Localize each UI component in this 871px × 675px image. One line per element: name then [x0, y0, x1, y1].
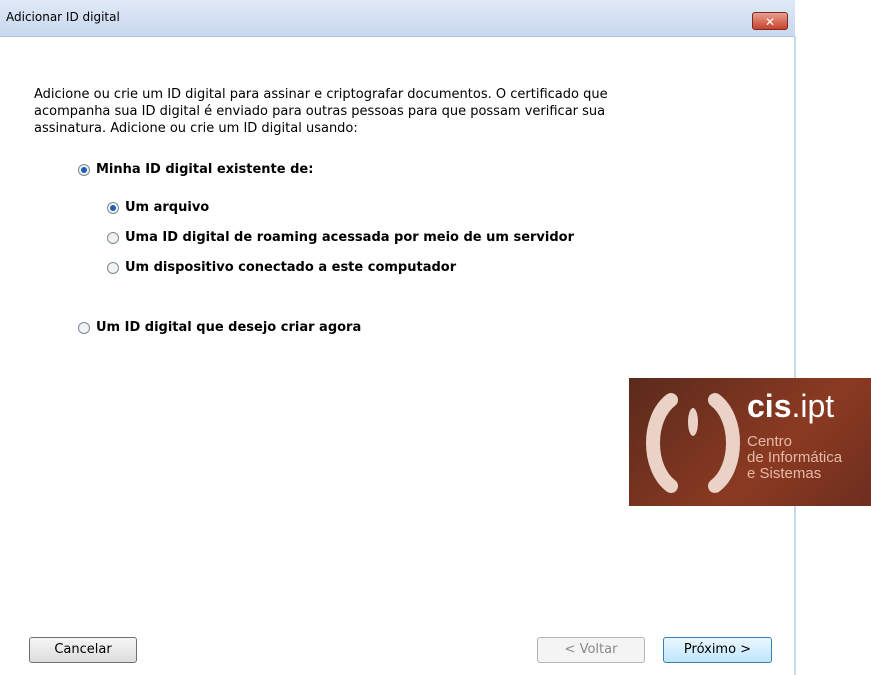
radio-existing-id-label: Minha ID digital existente de:: [96, 162, 314, 177]
radio-device[interactable]: Um dispositivo conectado a este computad…: [107, 260, 456, 275]
logo-brand-rest: .ipt: [791, 388, 835, 424]
radio-create-id[interactable]: Um ID digital que desejo criar agora: [78, 320, 361, 335]
logo-brand: cis.ipt: [747, 388, 834, 425]
logo-line-2: de Informática: [747, 449, 843, 466]
radio-button-icon[interactable]: [107, 231, 119, 244]
close-button[interactable]: ✕: [752, 12, 788, 30]
radio-file-label: Um arquivo: [125, 200, 210, 215]
logo-brand-bold: cis: [747, 388, 792, 424]
radio-device-label: Um dispositivo conectado a este computad…: [125, 260, 457, 275]
add-digital-id-dialog: Adicionar ID digital ✕ Adicione ou crie …: [0, 0, 796, 675]
logo-line-1: Centro: [747, 433, 793, 450]
radio-create-id-label: Um ID digital que desejo criar agora: [96, 320, 362, 335]
radio-button-icon[interactable]: [107, 261, 119, 274]
radio-roaming[interactable]: Uma ID digital de roaming acessada por m…: [107, 230, 574, 245]
radio-button-icon[interactable]: [78, 163, 90, 176]
cis-ipt-logo: cis.ipt Centro de Informática e Sistemas: [629, 378, 871, 506]
title-bar: Adicionar ID digital ✕: [0, 0, 795, 37]
logo-emblem-icon: [646, 393, 740, 493]
radio-roaming-label: Uma ID digital de roaming acessada por m…: [125, 230, 575, 245]
close-icon: ✕: [764, 15, 776, 29]
logo-line-3: e Sistemas: [747, 465, 822, 482]
radio-button-icon[interactable]: [78, 321, 90, 334]
radio-file[interactable]: Um arquivo: [107, 200, 209, 215]
dialog-title: Adicionar ID digital: [6, 10, 120, 24]
cancel-button[interactable]: Cancelar: [29, 637, 137, 663]
intro-text: Adicione ou crie um ID digital para assi…: [34, 87, 608, 136]
window-border: [794, 36, 796, 675]
logo-subtitle: Centro de Informática e Sistemas: [747, 434, 842, 482]
next-button[interactable]: Próximo >: [663, 637, 772, 663]
back-button[interactable]: < Voltar: [537, 637, 645, 663]
radio-existing-id[interactable]: Minha ID digital existente de:: [78, 162, 313, 177]
radio-button-icon[interactable]: [107, 201, 119, 214]
